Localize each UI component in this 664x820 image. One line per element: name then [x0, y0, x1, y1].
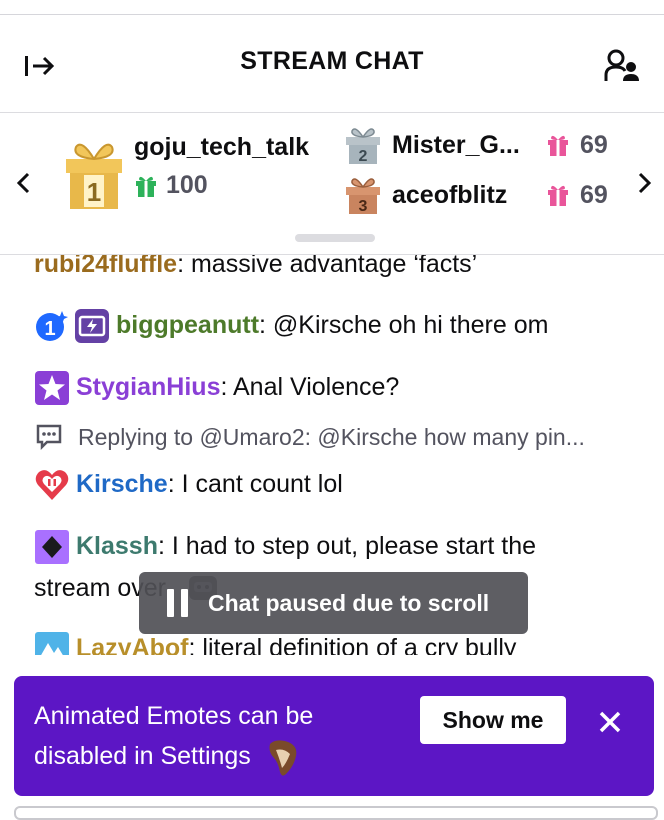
chat-paused-text: Chat paused due to scroll [208, 589, 490, 616]
banner-line-1: Animated Emotes can be [34, 702, 314, 730]
chevron-left-icon[interactable] [12, 171, 36, 195]
chat-text: I cant count lol [174, 470, 343, 498]
gift-icon [548, 135, 568, 156]
close-icon[interactable] [594, 706, 626, 738]
chat-text: I had to step out, please start the [164, 532, 537, 560]
second-gifter: 2 Mister_G... 69 [344, 125, 608, 165]
chat-message: StygianHius: Anal Violence? [34, 366, 634, 408]
svg-text:1: 1 [44, 318, 55, 340]
second-count-value: 69 [580, 130, 608, 159]
subscriber-badge-icon[interactable]: 1 [34, 309, 68, 343]
chevron-right-icon[interactable] [632, 171, 656, 195]
chat-message: rubi24fluffle: massive advantage ‘facts’ [34, 255, 634, 285]
community-button[interactable] [603, 47, 643, 87]
first-rank-number: 1 [87, 177, 101, 207]
gift-leaderboard: 1 goju_tech_talk 100 2 Mister_G... 69 3 … [0, 113, 664, 255]
chat-username[interactable]: rubi24fluffle [34, 255, 177, 278]
star-badge-icon[interactable] [34, 370, 70, 406]
chat-username[interactable]: StygianHius [76, 373, 220, 401]
second-gift-count: 69 [546, 131, 608, 160]
banner-message: Animated Emotes can be disabled in Setti… [34, 696, 374, 778]
gift-icon [136, 176, 156, 197]
chat-text: massive advantage ‘facts’ [184, 255, 478, 278]
community-icon [604, 49, 639, 81]
heart-badge-icon[interactable] [34, 467, 70, 503]
bronze-gift-icon: 3 [346, 178, 380, 215]
first-gift-count: 100 [134, 171, 208, 200]
chat-username[interactable]: Klassh [76, 532, 158, 560]
first-count-value: 100 [166, 171, 208, 199]
chat-message: Kirsche: I cant count lol [34, 463, 634, 505]
second-rank-number: 2 [359, 148, 368, 165]
reply-context[interactable]: Replying to @Umaro2: @Kirsche how many p… [34, 423, 585, 451]
banner-line-2: disabled in Settings [34, 742, 251, 770]
animated-emotes-banner: Animated Emotes can be disabled in Setti… [14, 676, 654, 796]
silver-gift-icon: 2 [346, 128, 380, 165]
chat-header: STREAM CHAT [0, 15, 664, 113]
prime-gaming-badge-icon[interactable] [74, 308, 110, 344]
first-gifter-name[interactable]: goju_tech_talk [134, 133, 309, 162]
chat-message: 1 biggpeanutt: @Kirsche oh hi there om [34, 304, 634, 346]
chat-title: STREAM CHAT [240, 47, 424, 75]
diamond-badge-icon[interactable] [34, 529, 70, 565]
drag-handle[interactable] [295, 234, 375, 242]
pause-icon [167, 589, 188, 617]
show-me-button[interactable]: Show me [420, 696, 566, 744]
third-rank-number: 3 [359, 198, 368, 215]
third-gifter: 3 aceofblitz 69 [344, 175, 608, 215]
chat-input-edge[interactable] [14, 806, 658, 820]
chat-paused-button[interactable]: Chat paused due to scroll [139, 572, 528, 634]
reply-bubble-icon [36, 424, 62, 451]
chat-username[interactable]: LazyAbof [76, 634, 189, 655]
chat-text: literal definition of a cry bully [195, 634, 517, 655]
third-gift-count: 69 [546, 181, 608, 210]
chat-text: @Kirsche oh hi there om [265, 311, 549, 339]
second-gifter-name[interactable]: Mister_G... [392, 131, 532, 160]
chat-username[interactable]: Kirsche [76, 470, 168, 498]
animated-emote-icon [269, 740, 297, 776]
top-divider [0, 0, 664, 15]
third-gifter-name[interactable]: aceofblitz [392, 181, 532, 210]
chat-text: Anal Violence? [227, 373, 400, 401]
gold-gift-icon: 1 [66, 143, 122, 209]
chat-username[interactable]: biggpeanutt [116, 311, 259, 339]
gift-icon [548, 185, 568, 206]
third-count-value: 69 [580, 180, 608, 209]
blue-badge-icon[interactable] [34, 631, 70, 655]
reply-text: Replying to @Umaro2: @Kirsche how many p… [78, 423, 585, 450]
